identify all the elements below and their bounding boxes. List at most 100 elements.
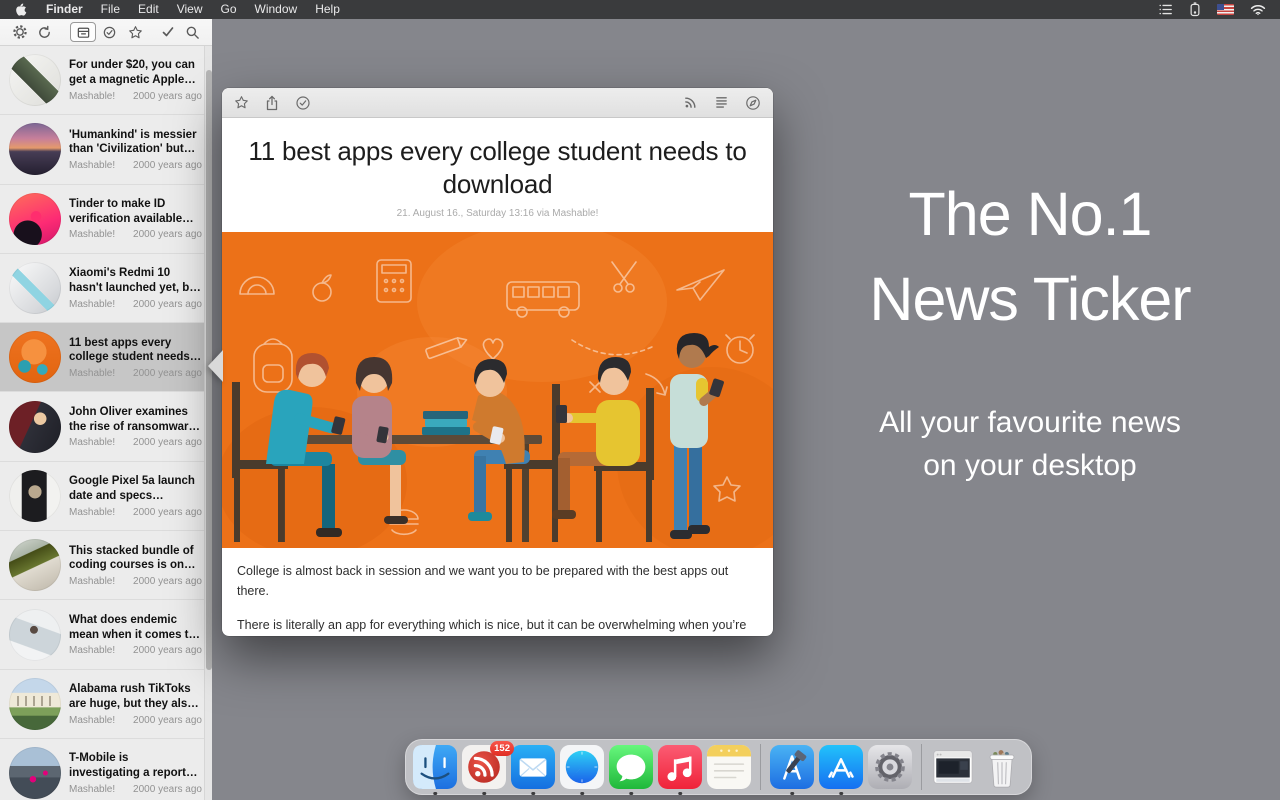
- dock-messages-icon[interactable]: [609, 745, 653, 789]
- menu-view[interactable]: View: [168, 2, 212, 16]
- wallpaper-subline1: All your favourite news: [845, 401, 1215, 445]
- article-hero-image: [222, 232, 773, 548]
- news-item[interactable]: 'Humankind' is messier than 'Civilizatio…: [0, 115, 212, 184]
- search-icon[interactable]: [180, 22, 204, 42]
- running-indicator-dot: [629, 792, 633, 796]
- apple-menu-icon[interactable]: [0, 2, 37, 17]
- news-source: Mashable!: [69, 229, 115, 240]
- dock: 152: [405, 739, 1032, 795]
- dock-mail-icon[interactable]: [511, 745, 555, 789]
- news-timestamp: 2000 years ago: [133, 368, 202, 379]
- news-ticker-sidebar: For under $20, you can get a magnetic Ap…: [0, 19, 212, 800]
- article-paragraph-2: There is literally an app for everything…: [237, 615, 758, 636]
- article-body: College is almost back in session and we…: [222, 548, 773, 636]
- news-thumbnail: [9, 193, 61, 245]
- news-title: Alabama rush TikToks are huge, but they …: [69, 682, 202, 711]
- news-item[interactable]: T-Mobile is investigating a reported dat…: [0, 739, 212, 800]
- article-paragraph-1: College is almost back in session and we…: [237, 561, 758, 601]
- article-content: 11 best apps every college student needs…: [222, 135, 773, 636]
- menu-file[interactable]: File: [92, 2, 129, 16]
- wallpaper-line1: The No.1: [845, 172, 1215, 257]
- settings-gear-icon[interactable]: [8, 22, 32, 42]
- news-source: Mashable!: [69, 576, 115, 587]
- view-segmented-control: [70, 22, 148, 42]
- dock-settings-icon[interactable]: [868, 745, 912, 789]
- running-indicator-dot: [482, 792, 486, 796]
- dock-separator: [760, 744, 761, 790]
- wallpaper-line2: News Ticker: [845, 257, 1215, 342]
- wallpaper-subline2: on your desktop: [845, 444, 1215, 488]
- news-source: Mashable!: [69, 299, 115, 310]
- running-indicator-dot: [433, 792, 437, 796]
- menu-help[interactable]: Help: [306, 2, 349, 16]
- news-item[interactable]: Tinder to make ID verification available…: [0, 185, 212, 254]
- rss-icon[interactable]: [683, 95, 698, 110]
- article-toolbar: [222, 88, 773, 118]
- menu-go[interactable]: Go: [212, 2, 246, 16]
- dock-xcode-icon[interactable]: [770, 745, 814, 789]
- running-indicator-dot: [678, 792, 682, 796]
- dock-app-store-icon[interactable]: [819, 745, 863, 789]
- news-item[interactable]: Google Pixel 5a launch date and specs re…: [0, 462, 212, 531]
- news-source: Mashable!: [69, 784, 115, 795]
- list-icon[interactable]: [1158, 3, 1173, 16]
- news-thumbnail: [9, 54, 61, 106]
- check-circle-icon[interactable]: [295, 95, 311, 111]
- news-thumbnail: [9, 747, 61, 799]
- share-icon[interactable]: [265, 95, 279, 111]
- dock-minimized-window-thumbnail[interactable]: [931, 745, 975, 789]
- sidebar-toolbar: [0, 19, 212, 46]
- checkmark-icon[interactable]: [156, 22, 180, 42]
- news-timestamp: 2000 years ago: [133, 160, 202, 171]
- news-list: For under $20, you can get a magnetic Ap…: [0, 46, 212, 800]
- news-item[interactable]: Alabama rush TikToks are huge, but they …: [0, 670, 212, 739]
- dock-safari-icon[interactable]: [560, 745, 604, 789]
- dock-news-ticker-icon[interactable]: 152: [462, 745, 506, 789]
- news-timestamp: 2000 years ago: [133, 437, 202, 448]
- news-item[interactable]: This stacked bundle of coding courses is…: [0, 531, 212, 600]
- menu-edit[interactable]: Edit: [129, 2, 168, 16]
- news-title: This stacked bundle of coding courses is…: [69, 544, 202, 573]
- battery-icon[interactable]: [1189, 2, 1201, 17]
- popover-arrow: [208, 350, 223, 382]
- news-title: Xiaomi's Redmi 10 hasn't launched yet, b…: [69, 266, 202, 295]
- dock-notes-icon[interactable]: [707, 745, 751, 789]
- running-indicator-dot: [790, 792, 794, 796]
- star-icon[interactable]: [234, 95, 249, 110]
- news-source: Mashable!: [69, 715, 115, 726]
- star-segment-icon[interactable]: [122, 22, 148, 42]
- dock-trash-icon[interactable]: [980, 745, 1024, 789]
- news-item[interactable]: John Oliver examines the rise of ransomw…: [0, 392, 212, 461]
- refresh-icon[interactable]: [32, 22, 56, 42]
- menu-finder[interactable]: Finder: [37, 2, 92, 16]
- news-timestamp: 2000 years ago: [133, 299, 202, 310]
- reader-lines-icon[interactable]: [714, 96, 729, 109]
- archive-segment-icon[interactable]: [70, 22, 96, 42]
- news-title: What does endemic mean when it comes to …: [69, 613, 202, 642]
- news-thumbnail: [9, 123, 61, 175]
- news-title: Google Pixel 5a launch date and specs re…: [69, 474, 202, 503]
- news-item[interactable]: What does endemic mean when it comes to …: [0, 600, 212, 669]
- dock-finder-icon[interactable]: [413, 745, 457, 789]
- news-thumbnail: [9, 609, 61, 661]
- news-item[interactable]: Xiaomi's Redmi 10 hasn't launched yet, b…: [0, 254, 212, 323]
- news-title: T-Mobile is investigating a reported dat…: [69, 751, 202, 780]
- desktop: { "menu_bar": { "app_name": "Finder", "i…: [0, 0, 1280, 800]
- news-title: 'Humankind' is messier than 'Civilizatio…: [69, 128, 202, 157]
- article-dateline: 21. August 16., Saturday 13:16 via Masha…: [222, 208, 773, 219]
- wifi-icon[interactable]: [1250, 4, 1266, 16]
- news-thumbnail: [9, 470, 61, 522]
- news-item[interactable]: For under $20, you can get a magnetic Ap…: [0, 46, 212, 115]
- menu-window[interactable]: Window: [246, 2, 307, 16]
- news-thumbnail: [9, 539, 61, 591]
- news-title: Tinder to make ID verification available…: [69, 197, 202, 226]
- sidebar-scrollbar[interactable]: [204, 46, 212, 800]
- check-circle-segment-icon[interactable]: [96, 22, 122, 42]
- news-timestamp: 2000 years ago: [133, 784, 202, 795]
- news-title: John Oliver examines the rise of ransomw…: [69, 405, 202, 434]
- news-item[interactable]: 11 best apps every college student needs…: [0, 323, 212, 392]
- open-in-safari-icon[interactable]: [745, 95, 761, 111]
- menu-items: FinderFileEditViewGoWindowHelp: [37, 0, 349, 19]
- us-flag-icon[interactable]: [1217, 4, 1234, 15]
- dock-music-icon[interactable]: [658, 745, 702, 789]
